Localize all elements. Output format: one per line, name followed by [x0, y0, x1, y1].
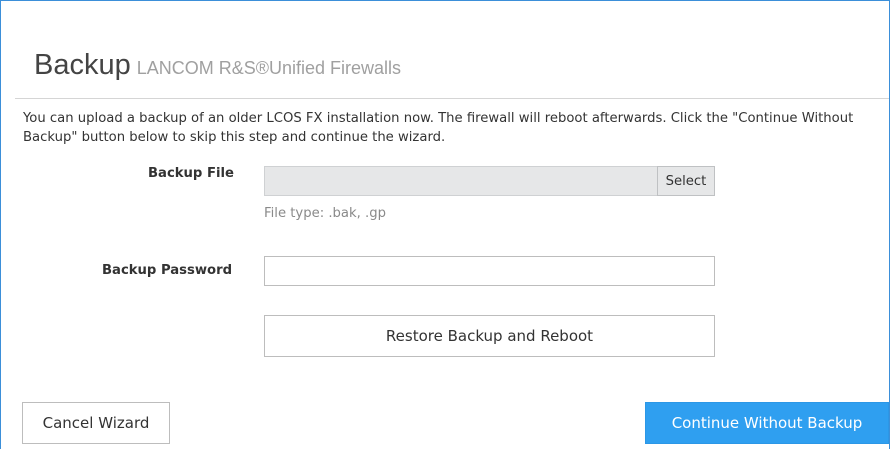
backup-password-label: Backup Password — [102, 263, 233, 278]
wizard-header: Backup LANCOM R&S®Unified Firewalls — [34, 49, 401, 82]
intro-text: You can upload a backup of an older LCOS… — [23, 111, 854, 145]
cancel-wizard-button[interactable]: Cancel Wizard — [22, 402, 170, 444]
page-title: Backup — [34, 49, 131, 81]
select-file-button[interactable]: Select — [657, 166, 715, 196]
backup-password-input[interactable] — [264, 256, 715, 286]
file-type-hint: File type: .bak, .gp — [264, 206, 386, 221]
wizard-panel: Backup LANCOM R&S®Unified Firewalls You c… — [0, 0, 890, 449]
continue-without-backup-button[interactable]: Continue Without Backup — [645, 402, 889, 444]
backup-file-label: Backup File — [148, 166, 234, 181]
restore-backup-button[interactable]: Restore Backup and Reboot — [264, 315, 715, 357]
page-subtitle: LANCOM R&S®Unified Firewalls — [136, 58, 402, 78]
backup-file-input[interactable] — [264, 166, 657, 196]
header-divider — [15, 98, 889, 99]
backup-file-field: Select — [264, 166, 715, 196]
